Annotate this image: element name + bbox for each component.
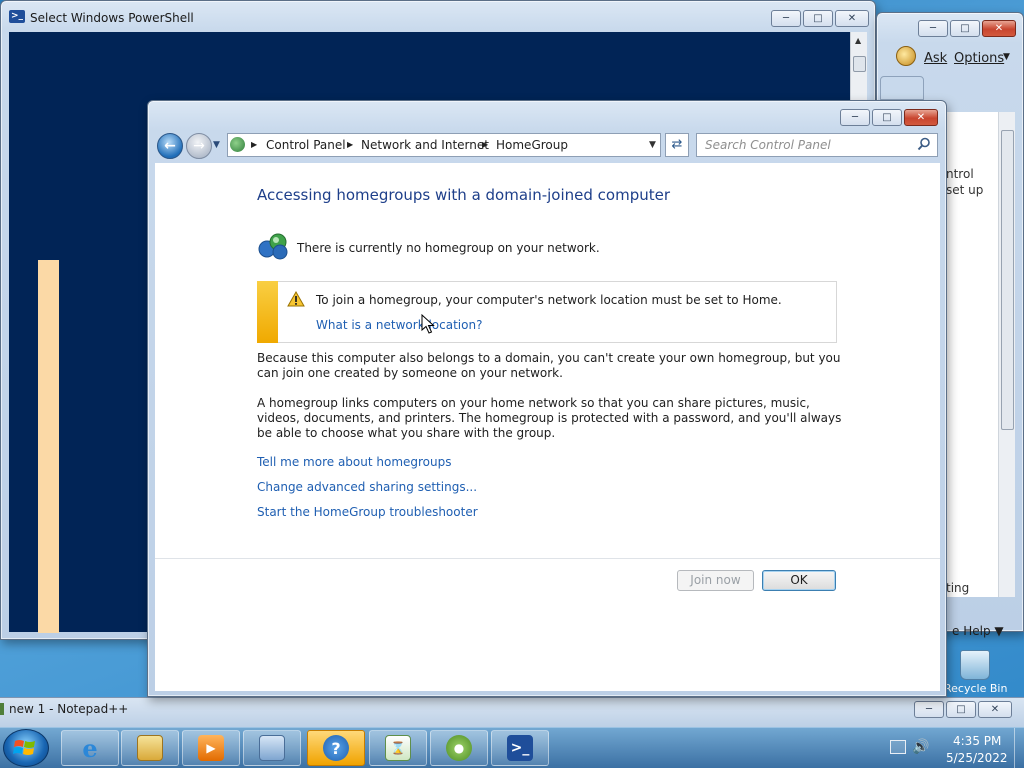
help-scrollbar[interactable]: [998, 112, 1015, 597]
windows-logo-icon: [13, 740, 35, 755]
help-text-line: set up: [946, 183, 984, 197]
hg-minimize-button[interactable]: ─: [840, 109, 870, 126]
refresh-button[interactable]: ⇄: [665, 133, 689, 157]
notepad-window-bar[interactable]: [0, 697, 1024, 727]
taskbar-control-panel[interactable]: [243, 730, 301, 766]
homegroup-caption-buttons: ─ □ ✕: [840, 109, 938, 126]
taskbar-ftp-client[interactable]: ●: [430, 730, 488, 766]
console-highlight-block: [38, 260, 59, 633]
taskbar-notepad-plus-plus[interactable]: ⌛: [369, 730, 427, 766]
warning-icon: [287, 291, 305, 307]
back-button[interactable]: ←: [157, 133, 183, 159]
taskbar-powershell[interactable]: >_: [491, 730, 549, 766]
help-text-line: ting: [946, 581, 970, 595]
options-menu[interactable]: Options: [954, 51, 1004, 66]
tell-me-more-link[interactable]: Tell me more about homegroups: [257, 455, 452, 469]
address-dropdown-chevron-icon[interactable]: ▼: [649, 140, 656, 150]
control-panel-icon: [259, 735, 285, 761]
ask-icon[interactable]: [896, 46, 916, 66]
notepad-maximize-button[interactable]: □: [946, 701, 976, 718]
notepad-minimize-button[interactable]: ─: [914, 701, 944, 718]
ask-menu[interactable]: Ask: [924, 51, 947, 66]
page-title: Accessing homegroups with a domain-joine…: [257, 186, 671, 204]
help-maximize-button[interactable]: □: [950, 20, 980, 37]
help-menu-label: e Help: [952, 624, 991, 638]
breadcrumb-separator-icon[interactable]: ▶: [347, 140, 353, 149]
taskbar-media-player[interactable]: ▶: [182, 730, 240, 766]
clock-time[interactable]: 4:35 PM: [953, 734, 1001, 748]
network-tray-icon[interactable]: [890, 740, 906, 754]
help-icon: ?: [323, 735, 349, 761]
recycle-bin-icon[interactable]: [960, 650, 990, 680]
breadcrumb-separator-icon[interactable]: ▶: [251, 140, 257, 149]
clock-date[interactable]: 5/25/2022: [946, 751, 1008, 765]
warning-stripe: [257, 281, 278, 343]
close-button[interactable]: ✕: [835, 10, 869, 27]
help-caption-buttons: ─ □ ✕: [918, 20, 1016, 37]
breadcrumb-network-and-internet[interactable]: Network and Internet: [361, 138, 489, 152]
volume-tray-icon[interactable]: 🔊: [912, 739, 929, 755]
network-location-link[interactable]: What is a network location?: [316, 318, 482, 332]
powershell-icon: >_: [9, 10, 25, 23]
powershell-taskbar-icon: >_: [507, 735, 533, 761]
chevron-down-icon[interactable]: ▼: [1003, 52, 1010, 62]
join-now-button[interactable]: Join now: [677, 570, 754, 591]
warning-text: To join a homegroup, your computer's net…: [316, 293, 782, 307]
network-globe-icon: [230, 137, 245, 152]
notepad-icon: [0, 703, 4, 715]
hg-maximize-button[interactable]: □: [872, 109, 902, 126]
breadcrumb-control-panel[interactable]: Control Panel: [266, 138, 346, 152]
powershell-title: Select Windows PowerShell: [30, 11, 194, 25]
domain-explanation: Because this computer also belongs to a …: [257, 351, 841, 380]
minimize-button[interactable]: ─: [771, 10, 801, 27]
powershell-caption-buttons: ─ □ ✕: [771, 10, 869, 27]
help-tab-close[interactable]: [880, 76, 924, 100]
forward-button[interactable]: →: [186, 133, 212, 159]
show-desktop-button[interactable]: [1014, 728, 1024, 768]
homegroup-description: A homegroup links computers on your home…: [257, 396, 842, 440]
recycle-bin-label[interactable]: Recycle Bin: [944, 682, 1007, 695]
maximize-button[interactable]: □: [803, 10, 833, 27]
mouse-cursor-icon: [421, 314, 435, 334]
notepad-caption-buttons: ─ □ ✕: [914, 701, 1012, 718]
scroll-thumb[interactable]: [853, 56, 866, 72]
frog-icon: ●: [446, 735, 472, 761]
notepad-title: new 1 - Notepad++: [9, 702, 129, 716]
scroll-up-icon[interactable]: ▲: [855, 36, 861, 45]
notepad-plus-plus-icon: ⌛: [385, 735, 411, 761]
help-scroll-thumb[interactable]: [1001, 130, 1014, 430]
breadcrumb-separator-icon[interactable]: ▶: [482, 140, 488, 149]
search-icon[interactable]: [917, 137, 931, 151]
help-menu[interactable]: e Help ▼: [952, 624, 1004, 638]
folder-icon: [137, 735, 163, 761]
breadcrumb-homegroup[interactable]: HomeGroup: [496, 138, 568, 152]
search-input[interactable]: Search Control Panel: [696, 133, 938, 157]
ok-button[interactable]: OK: [762, 570, 836, 591]
taskbar-windows-explorer[interactable]: [121, 730, 179, 766]
homegroup-globe-icon: [258, 233, 288, 260]
taskbar-help-and-support[interactable]: ?: [307, 730, 365, 766]
help-close-button[interactable]: ✕: [982, 20, 1016, 37]
media-player-icon: ▶: [198, 735, 224, 761]
internet-explorer-icon: e: [82, 733, 98, 763]
troubleshooter-link[interactable]: Start the HomeGroup troubleshooter: [257, 505, 478, 519]
notepad-close-button[interactable]: ✕: [978, 701, 1012, 718]
advanced-sharing-link[interactable]: Change advanced sharing settings...: [257, 480, 477, 494]
no-homegroup-text: There is currently no homegroup on your …: [297, 241, 600, 255]
taskbar-internet-explorer[interactable]: e: [61, 730, 119, 766]
warning-box: [257, 281, 837, 343]
recent-pages-chevron-icon[interactable]: ▼: [213, 140, 220, 150]
help-text-line: ntrol: [946, 167, 974, 181]
hg-close-button[interactable]: ✕: [904, 109, 938, 126]
help-minimize-button[interactable]: ─: [918, 20, 948, 37]
